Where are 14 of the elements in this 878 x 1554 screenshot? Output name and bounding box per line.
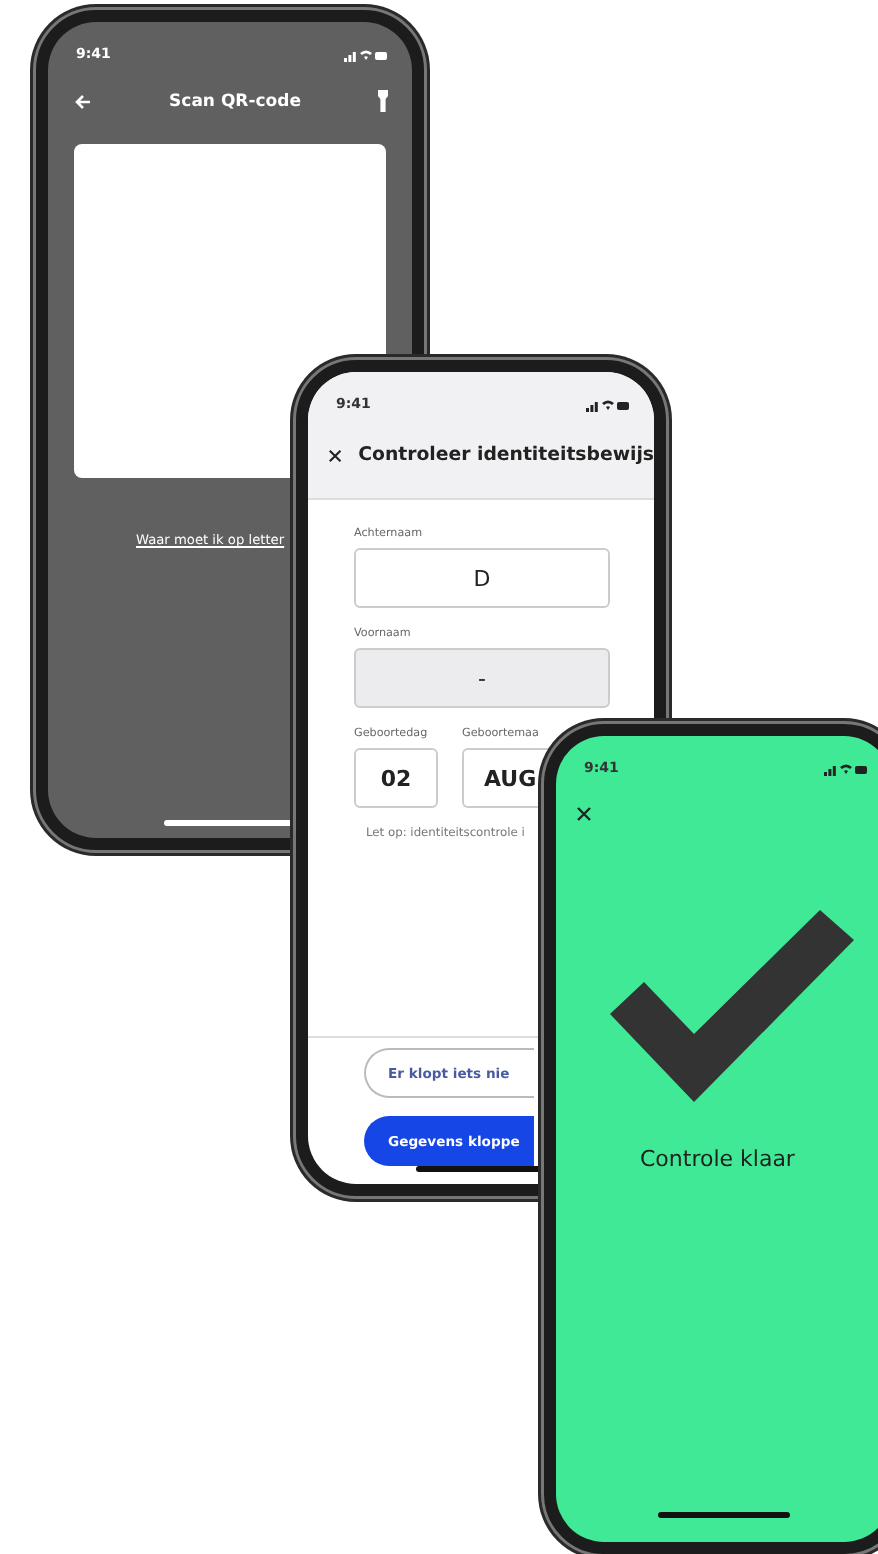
status-icons	[586, 397, 630, 411]
screen-title: Controleer identiteitsbewijs	[358, 444, 654, 466]
status-icons	[824, 761, 868, 775]
screen-title: Scan QR-code	[169, 91, 301, 111]
close-icon[interactable]	[328, 447, 343, 463]
success-message: Controle klaar	[640, 1146, 797, 1172]
flashlight-icon[interactable]	[378, 90, 388, 112]
home-indicator	[658, 1512, 790, 1518]
status-icons	[344, 47, 388, 61]
date-field[interactable]: 02	[354, 748, 438, 808]
text-field[interactable]: D	[354, 548, 610, 608]
home-indicator	[164, 820, 296, 826]
close-icon[interactable]	[576, 806, 592, 822]
back-arrow-icon[interactable]	[74, 93, 92, 109]
